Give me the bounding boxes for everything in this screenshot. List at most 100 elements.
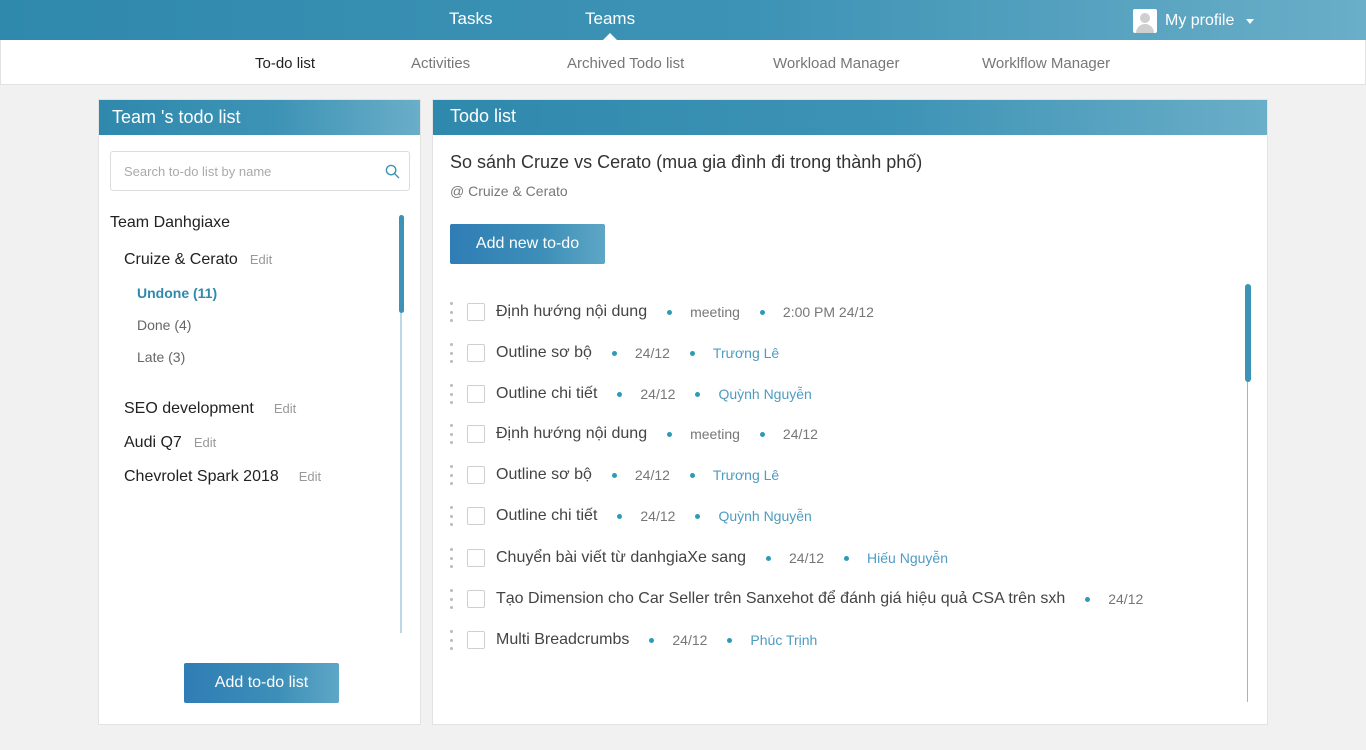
chevron-down-icon — [1246, 19, 1255, 24]
todo-title[interactable]: Chuyển bài viết từ danhgiaXe sang — [496, 549, 746, 567]
todo-item: Outline sơ bộ 24/12 Trương Lê — [450, 339, 779, 367]
todo-meta: meeting — [690, 304, 740, 320]
todo-list-panel: Todo list So sánh Cruze vs Cerato (mua g… — [432, 99, 1268, 725]
separator-dot — [667, 431, 673, 437]
drag-handle-icon[interactable] — [450, 424, 454, 444]
panel-title: Todo list — [433, 100, 1267, 135]
scrollbar-thumb[interactable] — [399, 215, 404, 313]
panel-title: Team 's todo list — [99, 100, 420, 135]
tab-archived-todo-list[interactable]: Archived Todo list — [567, 40, 684, 85]
todo-title[interactable]: Multi Breadcrumbs — [496, 631, 629, 649]
search-icon[interactable] — [385, 164, 400, 179]
edit-link[interactable]: Edit — [250, 252, 272, 267]
drag-handle-icon[interactable] — [450, 302, 454, 322]
todo-due: 24/12 — [634, 467, 670, 483]
search-box — [110, 151, 410, 191]
separator-dot — [689, 472, 695, 478]
tab-workflow-manager[interactable]: Worklflow Manager — [982, 40, 1110, 85]
filter-done[interactable]: Done (4) — [137, 317, 191, 333]
todo-checkbox[interactable] — [467, 507, 485, 525]
todo-checkbox[interactable] — [467, 385, 485, 403]
todo-list-name[interactable]: Chevrolet Spark 2018 — [124, 468, 279, 486]
separator-dot — [759, 309, 765, 315]
todo-due: 24/12 — [782, 426, 818, 442]
todo-title[interactable]: Outline chi tiết — [496, 385, 597, 403]
add-new-todo-button[interactable]: Add new to-do — [450, 224, 605, 264]
todo-title[interactable]: Định hướng nội dung — [496, 425, 647, 443]
separator-dot — [611, 472, 617, 478]
todo-list-name[interactable]: SEO development — [124, 400, 254, 418]
drag-handle-icon[interactable] — [450, 630, 454, 650]
drag-handle-icon[interactable] — [450, 548, 454, 568]
tab-workload-manager[interactable]: Workload Manager — [773, 40, 899, 85]
user-avatar-icon — [1133, 8, 1157, 33]
todo-item: Chuyển bài viết từ danhgiaXe sang 24/12 … — [450, 544, 948, 572]
filter-undone[interactable]: Undone (11) — [137, 285, 217, 301]
team-todo-list-panel: Team 's todo list Team Danhgiaxe Cruize … — [98, 99, 421, 725]
scrollbar-thumb[interactable] — [1245, 284, 1251, 382]
todo-title[interactable]: Tạo Dimension cho Car Seller trên Sanxeh… — [496, 590, 1065, 608]
drag-handle-icon[interactable] — [450, 343, 454, 363]
todo-checkbox[interactable] — [467, 425, 485, 443]
todo-assignee[interactable]: Quỳnh Nguyễn — [718, 386, 811, 402]
todo-assignee[interactable]: Quỳnh Nguyễn — [718, 508, 811, 524]
top-navigation-bar: Tasks Teams My profile — [0, 0, 1366, 40]
sub-navigation: To-do list Activities Archived Todo list… — [0, 40, 1366, 85]
drag-handle-icon[interactable] — [450, 384, 454, 404]
tab-activities[interactable]: Activities — [411, 40, 470, 85]
todo-checkbox[interactable] — [467, 549, 485, 567]
nav-teams[interactable]: Teams — [585, 0, 635, 40]
filter-late[interactable]: Late (3) — [137, 349, 185, 365]
todo-checkbox[interactable] — [467, 590, 485, 608]
nav-tasks[interactable]: Tasks — [449, 0, 492, 40]
todo-title[interactable]: Định hướng nội dung — [496, 303, 647, 321]
todo-meta: meeting — [690, 426, 740, 442]
todo-due: 24/12 — [634, 345, 670, 361]
todo-item: Outline chi tiết 24/12 Quỳnh Nguyễn — [450, 502, 812, 530]
drag-handle-icon[interactable] — [450, 506, 454, 526]
separator-dot — [649, 637, 655, 643]
todo-due: 24/12 — [640, 386, 676, 402]
todo-item: Tạo Dimension cho Car Seller trên Sanxeh… — [450, 585, 1143, 613]
todo-list-item[interactable]: Audi Q7 Edit — [124, 434, 216, 452]
todo-item: Outline sơ bộ 24/12 Trương Lê — [450, 461, 779, 489]
edit-link[interactable]: Edit — [274, 401, 296, 416]
todo-checkbox[interactable] — [467, 303, 485, 321]
separator-dot — [611, 350, 617, 356]
drag-handle-icon[interactable] — [450, 589, 454, 609]
todo-assignee[interactable]: Phúc Trịnh — [750, 632, 817, 648]
todo-checkbox[interactable] — [467, 466, 485, 484]
separator-dot — [695, 391, 701, 397]
separator-dot — [689, 350, 695, 356]
todo-assignee[interactable]: Hiếu Nguyễn — [867, 550, 948, 566]
team-name: Team Danhgiaxe — [110, 214, 231, 231]
todo-title[interactable]: Outline sơ bộ — [496, 344, 592, 362]
todo-title[interactable]: Outline chi tiết — [496, 507, 597, 525]
todo-item: Multi Breadcrumbs 24/12 Phúc Trịnh — [450, 626, 817, 654]
separator-dot — [617, 513, 623, 519]
todo-list-item[interactable]: SEO development Edit — [124, 400, 296, 418]
search-input[interactable] — [111, 152, 371, 190]
drag-handle-icon[interactable] — [450, 465, 454, 485]
profile-menu[interactable]: My profile — [1133, 8, 1255, 33]
add-todo-list-button[interactable]: Add to-do list — [184, 663, 339, 703]
tab-todo-list[interactable]: To-do list — [255, 40, 315, 85]
todo-list-name[interactable]: Cruize & Cerato — [124, 251, 238, 269]
todo-list-item[interactable]: Cruize & Cerato Edit — [124, 251, 272, 269]
todo-list-subtitle: @ Cruize & Cerato — [450, 183, 568, 199]
todo-due: 24/12 — [1108, 591, 1144, 607]
todo-list-item[interactable]: Chevrolet Spark 2018 Edit — [124, 468, 321, 486]
todo-assignee[interactable]: Trương Lê — [713, 345, 779, 361]
todo-due: 24/12 — [672, 632, 708, 648]
todo-checkbox[interactable] — [467, 631, 485, 649]
edit-link[interactable]: Edit — [194, 435, 216, 450]
todo-title[interactable]: Outline sơ bộ — [496, 466, 592, 484]
todo-checkbox[interactable] — [467, 344, 485, 362]
todo-assignee[interactable]: Trương Lê — [713, 467, 779, 483]
separator-dot — [766, 555, 771, 561]
todo-list-title: So sánh Cruze vs Cerato (mua gia đình đi… — [450, 152, 923, 172]
todo-list-name[interactable]: Audi Q7 — [124, 434, 182, 452]
edit-link[interactable]: Edit — [299, 469, 321, 484]
todo-item: Định hướng nội dung meeting 2:00 PM 24/1… — [450, 298, 874, 326]
todo-due: 24/12 — [640, 508, 676, 524]
